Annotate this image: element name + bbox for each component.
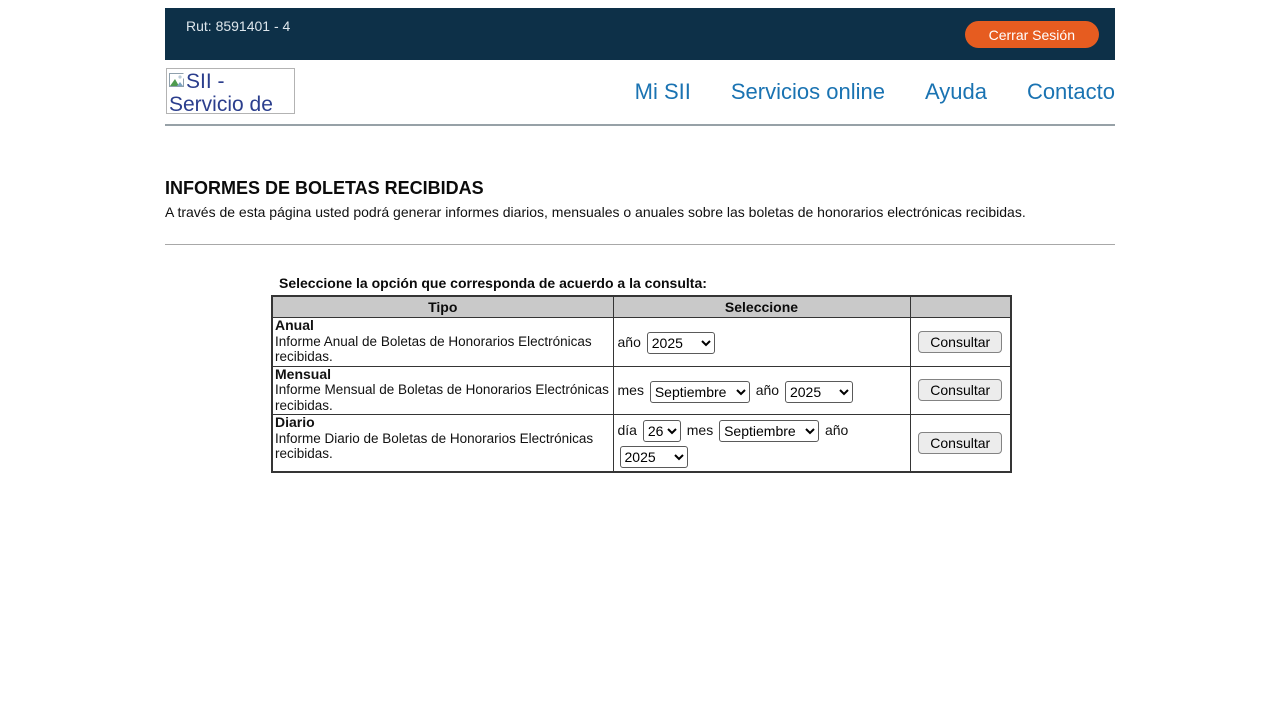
page-title: INFORMES DE BOLETAS RECIBIDAS (165, 178, 1115, 199)
nav-contacto[interactable]: Contacto (1027, 79, 1115, 105)
table-header-row: Tipo Seleccione (272, 296, 1011, 318)
nav-mi-sii[interactable]: Mi SII (635, 79, 691, 105)
page-container: Rut: 8591401 - 4 Cerrar Sesión SII - Ser… (165, 8, 1115, 473)
diario-description: Informe Diario de Boletas de Honorarios … (275, 431, 593, 462)
mensual-consultar-button[interactable]: Consultar (918, 379, 1002, 401)
mensual-tipo-cell: Mensual Informe Mensual de Boletas de Ho… (272, 366, 613, 415)
reports-table: Tipo Seleccione Anual Informe Anual de B… (271, 295, 1012, 473)
section-rule (165, 244, 1115, 245)
diario-dia-label: día (618, 422, 637, 438)
mensual-action-cell: Consultar (910, 366, 1011, 415)
mensual-description: Informe Mensual de Boletas de Honorarios… (275, 382, 609, 413)
table-row-mensual: Mensual Informe Mensual de Boletas de Ho… (272, 366, 1011, 415)
header-action (910, 296, 1011, 318)
diario-mes-label: mes (687, 422, 713, 438)
table-row-diario: Diario Informe Diario de Boletas de Hono… (272, 415, 1011, 473)
table-row-anual: Anual Informe Anual de Boletas de Honora… (272, 318, 1011, 367)
mensual-mes-label: mes (618, 382, 644, 398)
nav-servicios-online[interactable]: Servicios online (731, 79, 885, 105)
anual-action-cell: Consultar (910, 318, 1011, 367)
diario-type-label: Diario (275, 415, 610, 431)
logout-button[interactable]: Cerrar Sesión (965, 21, 1099, 48)
mensual-type-label: Mensual (275, 367, 610, 383)
broken-image-icon (169, 70, 186, 85)
diario-mes-select[interactable]: Septiembre (719, 420, 819, 442)
diario-ano-label: año (825, 422, 848, 438)
anual-ano-label: año (618, 334, 641, 350)
anual-ano-select[interactable]: 2025 (647, 332, 715, 354)
table-caption: Seleccione la opción que corresponda de … (279, 275, 1115, 291)
diario-select-cell: día 26 mes Septiembre año 2025 (613, 415, 910, 473)
rut-label: Rut: 8591401 - 4 (186, 18, 290, 34)
nav-divider (165, 124, 1115, 126)
mensual-select-cell: mes Septiembre año 2025 (613, 366, 910, 415)
mensual-ano-label: año (756, 382, 779, 398)
mensual-mes-select[interactable]: Septiembre (650, 381, 750, 403)
main-nav: Mi SII Servicios online Ayuda Contacto (635, 60, 1115, 124)
diario-consultar-button[interactable]: Consultar (918, 432, 1002, 454)
anual-type-label: Anual (275, 318, 610, 334)
sii-logo[interactable]: SII - Servicio de (166, 68, 295, 114)
diario-action-cell: Consultar (910, 415, 1011, 473)
header-seleccione: Seleccione (613, 296, 910, 318)
brand-row: SII - Servicio de Mi SII Servicios onlin… (165, 60, 1115, 124)
diario-ano-select[interactable]: 2025 (620, 446, 688, 468)
nav-ayuda[interactable]: Ayuda (925, 79, 987, 105)
anual-consultar-button[interactable]: Consultar (918, 331, 1002, 353)
session-topbar: Rut: 8591401 - 4 Cerrar Sesión (165, 8, 1115, 60)
diario-tipo-cell: Diario Informe Diario de Boletas de Hono… (272, 415, 613, 473)
diario-dia-select[interactable]: 26 (643, 420, 681, 442)
anual-description: Informe Anual de Boletas de Honorarios E… (275, 334, 592, 365)
header-tipo: Tipo (272, 296, 613, 318)
mensual-ano-select[interactable]: 2025 (785, 381, 853, 403)
report-options-section: Seleccione la opción que corresponda de … (271, 275, 1115, 473)
main-content: INFORMES DE BOLETAS RECIBIDAS A través d… (165, 178, 1115, 473)
anual-select-cell: año 2025 (613, 318, 910, 367)
anual-tipo-cell: Anual Informe Anual de Boletas de Honora… (272, 318, 613, 367)
page-intro: A través de esta página usted podrá gene… (165, 204, 1115, 220)
